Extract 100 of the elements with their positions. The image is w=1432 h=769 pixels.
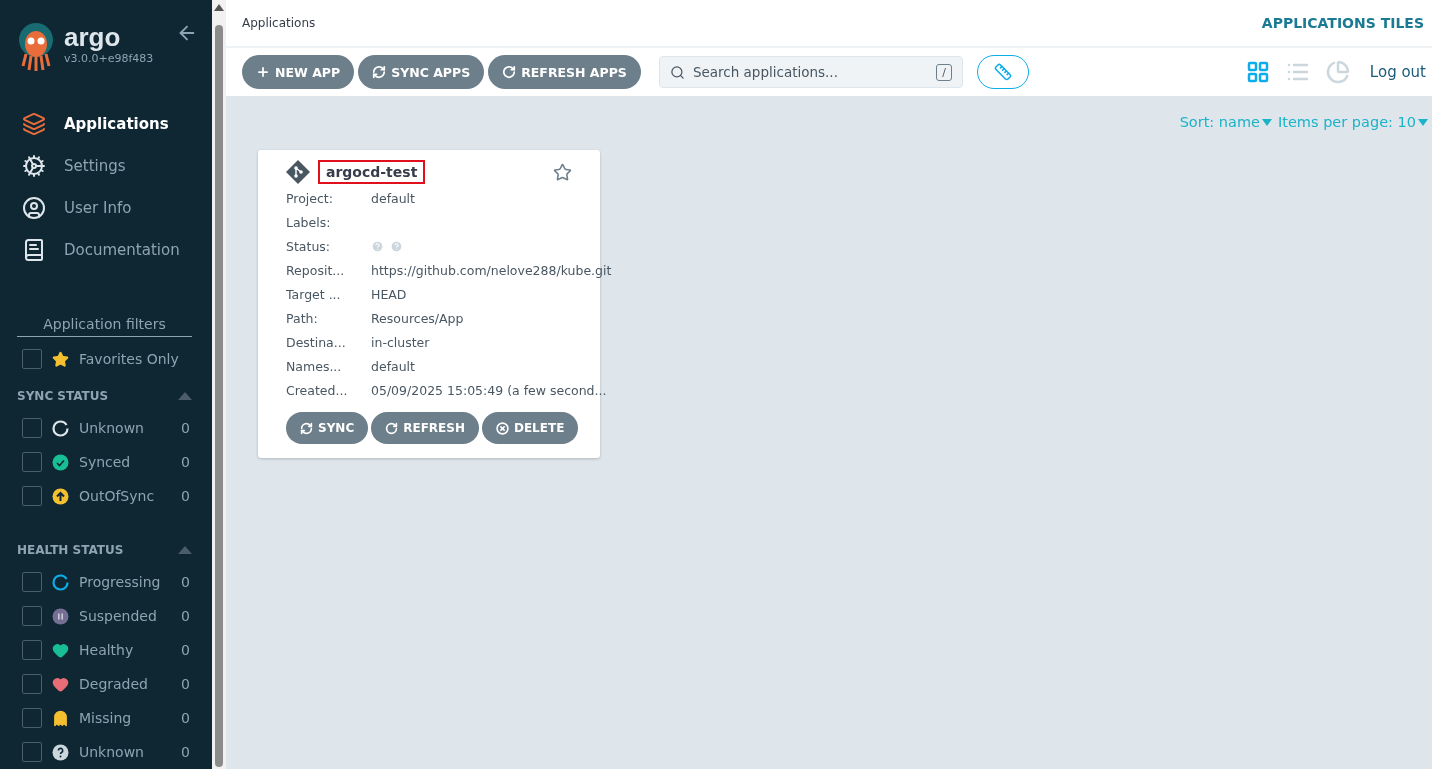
filter-count: 0 (181, 608, 190, 624)
question-circle-icon (52, 743, 69, 761)
field-label: Names... (286, 358, 343, 374)
nav-item[interactable]: Applications (0, 106, 212, 142)
field-label: Project: (286, 190, 334, 206)
checkbox[interactable] (22, 742, 42, 762)
field-label: Path: (286, 310, 319, 326)
field-label: Target ... (286, 286, 342, 302)
field-label: Destina... (286, 334, 347, 350)
collapse-caret-icon[interactable] (178, 392, 192, 400)
page-title: APPLICATIONS TILES (1261, 15, 1424, 31)
filter-count: 0 (181, 488, 190, 504)
nav-item[interactable]: Documentation (0, 232, 212, 268)
field-label: Status: (286, 238, 332, 254)
nav-item[interactable]: Settings (0, 148, 212, 184)
breadcrumb[interactable]: Applications (242, 16, 316, 30)
toolbar-button[interactable]: REFRESH APPS (488, 55, 641, 89)
caret-down-icon (1418, 118, 1428, 126)
toolbar-button[interactable]: NEW APP (242, 55, 355, 89)
filter-label: Suspended (79, 608, 158, 624)
check-circle-icon (52, 453, 69, 471)
version-text: v3.0.0+e98f483 (64, 52, 155, 65)
card-action-button[interactable]: SYNC (286, 412, 369, 444)
checkbox[interactable] (22, 486, 42, 506)
filter-count: 0 (181, 574, 190, 590)
mascot-logo-icon (16, 22, 56, 72)
card-action-button[interactable]: REFRESH (371, 412, 479, 444)
caret-down-icon (1261, 118, 1272, 126)
filter-count: 0 (181, 420, 190, 436)
filter-label: Missing (79, 710, 133, 726)
field-value: https://github.com/nelove288/kube.git (371, 262, 612, 278)
checkbox[interactable] (22, 418, 42, 438)
scroll-up-icon[interactable] (214, 3, 224, 11)
ring-icon (52, 573, 69, 591)
checkbox[interactable] (22, 606, 42, 626)
filter-label: Degraded (79, 676, 149, 692)
field-label: Created... (286, 382, 349, 398)
filters-title: Application filters (17, 316, 192, 337)
field-value: default (371, 358, 416, 374)
filter-count: 0 (181, 744, 190, 760)
refresh-icon (385, 421, 399, 435)
arrow-up-circle-icon (52, 487, 69, 505)
shortcut-key: / (936, 63, 952, 81)
field-value: Resources/App (371, 310, 465, 326)
unknown-status-icon (371, 239, 384, 253)
sync-icon (300, 421, 313, 435)
layers-icon (22, 112, 46, 136)
field-value: in-cluster (371, 334, 431, 350)
nav-item[interactable]: User Info (0, 190, 212, 226)
logout-link[interactable]: Log out (1369, 63, 1426, 81)
ring-icon (52, 419, 69, 437)
checkbox[interactable] (22, 674, 42, 694)
checkbox[interactable] (22, 349, 42, 369)
filter-label: OutOfSync (79, 488, 156, 504)
app-name[interactable]: argocd-test (318, 160, 426, 184)
ruler-button[interactable] (976, 55, 1029, 89)
field-value: HEAD (371, 286, 408, 302)
search-icon (669, 64, 685, 80)
filter-label: Unknown (79, 744, 145, 760)
field-label: Labels: (286, 214, 332, 230)
ghost-icon (52, 709, 69, 727)
search-field[interactable]: Search applications... / (658, 56, 963, 88)
checkbox[interactable] (22, 640, 42, 660)
sync-icon (372, 65, 387, 79)
field-value: 05/09/2025 15:05:49 (a few second... (371, 382, 607, 398)
favorite-star-icon[interactable] (553, 162, 572, 182)
book-icon (22, 238, 46, 262)
filter-label: Synced (79, 454, 132, 470)
view-toggle[interactable] (1245, 60, 1270, 84)
checkbox[interactable] (22, 708, 42, 728)
star-icon (52, 350, 69, 368)
delete-icon (495, 421, 509, 435)
checkbox[interactable] (22, 452, 42, 472)
scrollbar-thumb[interactable] (215, 25, 223, 767)
heart-icon (52, 641, 69, 659)
gears-icon (22, 154, 46, 178)
git-diamond-icon (286, 160, 310, 184)
refresh-icon (502, 65, 517, 79)
filter-label: Healthy (79, 642, 135, 658)
checkbox[interactable] (22, 572, 42, 592)
grid-icon (1245, 60, 1270, 84)
toolbar-button[interactable]: SYNC APPS (358, 55, 485, 89)
card-action-button[interactable]: DELETE (481, 412, 579, 444)
filter-count: 0 (181, 710, 190, 726)
logo-text: argo (64, 22, 122, 52)
broken-heart-icon (52, 675, 69, 693)
group-title: SYNC STATUS (17, 389, 109, 403)
view-toggle[interactable] (1325, 60, 1350, 84)
pie-chart-icon (1325, 60, 1350, 84)
pause-circle-icon (52, 607, 69, 625)
unknown-status-icon (390, 239, 403, 253)
field-label: Reposit... (286, 262, 346, 278)
ruler-icon (993, 63, 1012, 81)
filter-count: 0 (181, 454, 190, 470)
collapse-caret-icon[interactable] (178, 546, 192, 554)
filter-label: Progressing (79, 574, 162, 590)
filter-label: Unknown (79, 420, 145, 436)
plus-icon (256, 65, 270, 79)
field-value: default (371, 190, 416, 206)
group-title: HEALTH STATUS (17, 543, 124, 557)
